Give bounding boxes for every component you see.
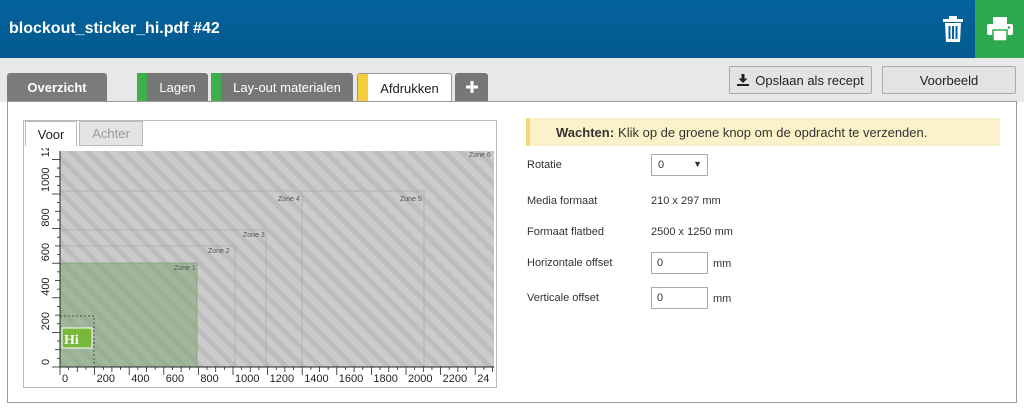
- x-tick-label: 1600: [339, 373, 363, 385]
- media-format-value: 210 x 297 mm: [651, 195, 721, 207]
- x-tick-label: 400: [131, 373, 149, 385]
- status-stripe: [137, 73, 147, 101]
- x-tick-label: 600: [166, 373, 184, 385]
- delete-button[interactable]: [932, 0, 974, 58]
- x-ruler-labels: 0 200 400 600 800 1000 1200 1400 1600 1800 2000 220…: [62, 373, 489, 385]
- rotation-label: Rotatie: [527, 159, 562, 171]
- tab-label: Overzicht: [27, 79, 87, 95]
- x-tick-label: 2000: [408, 373, 432, 385]
- trash-icon: [943, 16, 963, 42]
- waiting-banner: Wachten: Klik op de groene knop om de op…: [526, 118, 1000, 146]
- vertical-offset-unit: mm: [713, 293, 732, 305]
- save-recipe-button[interactable]: Opslaan als recept: [729, 66, 872, 94]
- tab-back[interactable]: Achter: [79, 121, 143, 146]
- sticker-label: Hi: [64, 333, 79, 348]
- waiting-banner-text: Klik op de groene knop om de opdracht te…: [618, 124, 928, 140]
- tab-label: Afdrukken: [380, 80, 439, 96]
- chevron-down-icon: ▼: [693, 159, 702, 169]
- zone-label: Zone 4: [278, 196, 300, 203]
- x-tick-label: 2200: [443, 373, 467, 385]
- media-format-label: Media formaat: [527, 195, 598, 207]
- zone-label: Zone 6: [469, 152, 491, 159]
- zone-label: Zone 3: [243, 232, 265, 239]
- tab-label: Lagen: [159, 79, 196, 95]
- status-stripe: [358, 74, 368, 102]
- flatbed-format-value: 2500 x 1250 mm: [651, 226, 733, 238]
- x-tick-label: 1000: [235, 373, 259, 385]
- x-tick-label: 1400: [304, 373, 328, 385]
- tab-back-label: Achter: [92, 126, 130, 141]
- plus-icon: [465, 81, 478, 93]
- download-icon: [737, 74, 750, 86]
- zone-label: Zone 2: [208, 248, 230, 255]
- status-stripe: [211, 73, 221, 101]
- print-button[interactable]: [975, 0, 1024, 58]
- tab-lagen[interactable]: Lagen: [137, 73, 208, 101]
- tab-layout-materialen[interactable]: Lay-out materialen: [211, 73, 353, 101]
- horizontal-offset-input[interactable]: [651, 252, 708, 274]
- y-tick-label: 400: [40, 277, 52, 295]
- zone-label: Zone 5: [400, 196, 422, 203]
- y-tick-label: 1000: [40, 168, 52, 192]
- preview-label: Voorbeeld: [919, 72, 979, 88]
- x-tick-label: 800: [200, 373, 218, 385]
- rotation-select[interactable]: 0 ▼: [651, 154, 708, 176]
- y-ruler-labels: 0 200 400 600 800 1000 1200: [40, 148, 52, 365]
- preview-button[interactable]: Voorbeeld: [882, 66, 1016, 94]
- zone-label: Zone 1: [174, 265, 196, 272]
- save-recipe-label: Opslaan als recept: [755, 72, 864, 88]
- tab-afdrukken[interactable]: Afdrukken: [357, 73, 452, 102]
- add-tab-button[interactable]: [455, 73, 488, 101]
- rotation-value: 0: [658, 159, 665, 171]
- y-tick-label: 600: [40, 243, 52, 261]
- waiting-banner-strong: Wachten:: [556, 124, 615, 140]
- zone-1-area: [59, 262, 198, 368]
- x-tick-label: 1200: [270, 373, 294, 385]
- printer-icon: [986, 17, 1013, 41]
- y-ruler: [52, 158, 60, 368]
- y-tick-label: 1200: [40, 148, 52, 157]
- flatbed-canvas: Hi Zone 6 Zone 4 Zone 5 Zone 3 Zone 2 Zo…: [40, 148, 494, 385]
- vertical-offset-input[interactable]: [651, 287, 708, 309]
- horizontal-offset-unit: mm: [713, 258, 732, 270]
- tab-overzicht[interactable]: Overzicht: [7, 73, 107, 101]
- y-tick-label: 0: [40, 359, 52, 365]
- page-title: blockout_sticker_hi.pdf #42: [9, 20, 220, 37]
- x-tick-label: 24: [477, 373, 489, 385]
- horizontal-offset-label: Horizontale offset: [527, 257, 613, 269]
- tab-label: Lay-out materialen: [233, 79, 341, 95]
- tab-front-label: Voor: [37, 126, 65, 142]
- y-tick-label: 200: [40, 312, 52, 330]
- y-tick-label: 800: [40, 208, 52, 226]
- flatbed-format-label: Formaat flatbed: [527, 226, 605, 238]
- x-tick-label: 0: [62, 373, 68, 385]
- tab-front[interactable]: Voor: [25, 121, 77, 146]
- vertical-offset-label: Verticale offset: [527, 292, 599, 304]
- x-tick-label: 200: [97, 373, 115, 385]
- x-tick-label: 1800: [373, 373, 397, 385]
